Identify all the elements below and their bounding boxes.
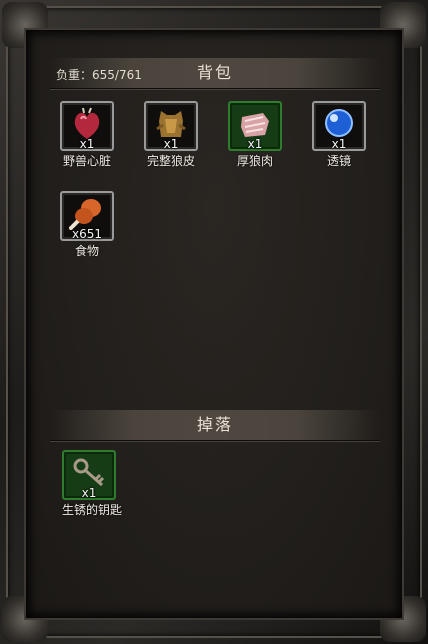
- beast-heart-icon: [74, 107, 100, 139]
- item-quantity: x1: [331, 137, 347, 151]
- item-icon-frame: x1: [62, 450, 116, 500]
- item-name: 透镜: [326, 154, 351, 168]
- rusty-key-icon: [73, 458, 105, 487]
- bag-item-food[interactable]: x651 食物: [60, 191, 114, 259]
- item-quantity: x1: [247, 137, 263, 151]
- item-quantity: x651: [71, 227, 102, 241]
- item-name: 厚狼肉: [236, 154, 273, 168]
- weight-label: 负重：655/761: [56, 68, 142, 82]
- item-quantity: x1: [163, 137, 179, 151]
- item-icon-frame: x1: [144, 101, 198, 151]
- wolf-meat-icon: [241, 113, 269, 137]
- drop-title: 掉落: [196, 415, 233, 434]
- item-icon-frame: x651: [60, 191, 114, 241]
- drop-header: 掉落: [50, 410, 380, 442]
- item-quantity: x1: [81, 486, 97, 500]
- bag-item-wolf-meat[interactable]: x1 厚狼肉: [228, 101, 282, 169]
- item-name: 食物: [74, 244, 99, 258]
- item-name: 野兽心脏: [62, 154, 111, 168]
- item-icon-frame: x1: [60, 101, 114, 151]
- item-icon-frame: x1: [228, 101, 282, 151]
- drop-item-rusty-key[interactable]: x1 生锈的钥匙: [62, 450, 123, 518]
- bag-item-beast-heart[interactable]: x1 野兽心脏: [60, 101, 114, 169]
- bag-item-lens[interactable]: x1 透镜: [312, 101, 366, 169]
- item-icon-frame: x1: [312, 101, 366, 151]
- item-name: 完整狼皮: [146, 154, 195, 168]
- bag-item-wolf-pelt[interactable]: x1 完整狼皮: [144, 101, 198, 169]
- wolf-pelt-icon: [156, 111, 186, 137]
- item-quantity: x1: [79, 137, 95, 151]
- item-name: 生锈的钥匙: [62, 503, 123, 517]
- food-drumstick-icon: [69, 199, 101, 230]
- lens-icon: [325, 109, 353, 137]
